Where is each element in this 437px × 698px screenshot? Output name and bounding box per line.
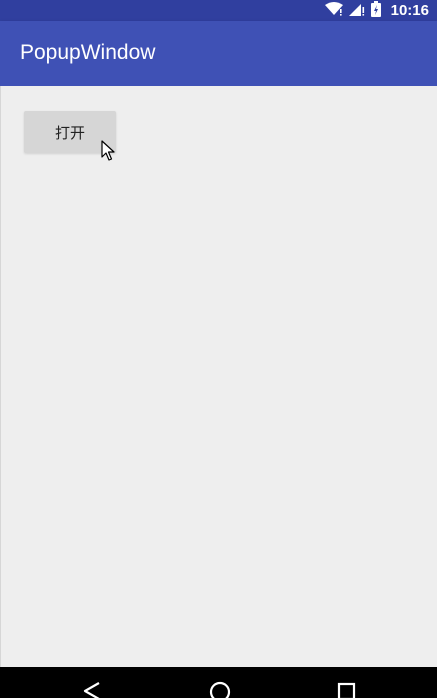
app-bar: PopupWindow (0, 21, 437, 86)
status-icons: 10:16 (324, 0, 429, 21)
open-button-label: 打开 (54, 123, 85, 142)
recents-icon[interactable] (337, 681, 357, 698)
status-time: 10:16 (390, 2, 429, 19)
status-bar: 10:16 (0, 0, 437, 21)
mouse-cursor-icon (101, 140, 115, 161)
battery-icon (370, 0, 381, 21)
wifi-icon (324, 1, 343, 20)
navigation-bar (0, 667, 437, 698)
phone-screen: 10:16 PopupWindow 打开 (0, 0, 437, 698)
signal-icon (348, 1, 365, 20)
main-content: 打开 (0, 86, 437, 667)
home-icon[interactable] (209, 681, 231, 698)
app-title: PopupWindow (20, 41, 156, 64)
back-icon[interactable] (82, 681, 102, 698)
